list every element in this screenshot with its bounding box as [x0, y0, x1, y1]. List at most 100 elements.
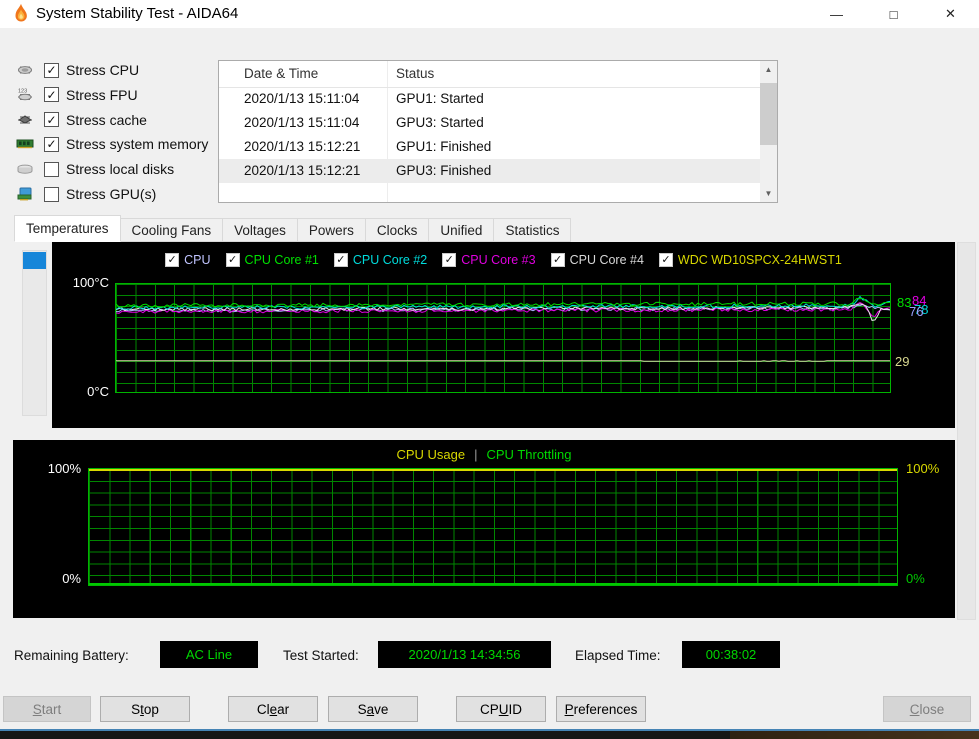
trace-cpu-core-2 — [116, 295, 890, 310]
app-flame-icon — [15, 3, 27, 22]
log-status: GPU3: Started — [396, 115, 484, 130]
checkbox[interactable]: ✓ — [658, 253, 673, 267]
checkbox[interactable]: ✓ — [333, 253, 348, 267]
log-scrollbar[interactable]: ▲ ▼ — [760, 61, 777, 202]
cache-icon — [14, 112, 36, 128]
test-started-value-box: 2020/1/13 14:34:56 — [378, 641, 551, 668]
checkbox[interactable]: ✓ — [442, 253, 457, 267]
usage-axis-max-left: 100% — [47, 461, 81, 476]
test-started-label: Test Started: — [283, 648, 359, 663]
legend-item-cpu-core-4[interactable]: ✓ CPU Core #4 — [550, 253, 644, 267]
legend-item-cpu[interactable]: ✓ CPU — [165, 253, 211, 267]
checkbox[interactable]: ✓ — [165, 253, 180, 267]
usage-title-separator: | — [474, 447, 478, 462]
temp-axis-max-label: 100°C — [72, 275, 109, 290]
stress-option-label: Stress local disks — [66, 161, 175, 178]
legend-item-wdc-wd10spcx-24hwst1[interactable]: ✓ WDC WD10SPCX-24HWST1 — [658, 253, 842, 267]
checkbox[interactable]: ✓ — [225, 253, 240, 267]
legend-label: CPU — [184, 253, 211, 267]
checkbox[interactable]: ✓ — [44, 112, 59, 128]
log-time: 2020/1/13 15:11:04 — [244, 91, 360, 106]
legend-label: CPU Core #4 — [569, 253, 644, 267]
stress-option-label: Stress system memory — [66, 136, 209, 153]
stress-option-stress-cache[interactable]: ✓ Stress cache — [14, 110, 147, 130]
log-header-status: Status — [396, 66, 435, 81]
legend-item-cpu-core-2[interactable]: ✓ CPU Core #2 — [333, 253, 427, 267]
log-time: 2020/1/13 15:12:21 — [244, 163, 361, 178]
graph-left-scrollbar-thumb[interactable] — [23, 252, 46, 269]
legend-item-cpu-core-3[interactable]: ✓ CPU Core #3 — [442, 253, 536, 267]
usage-traces — [89, 469, 897, 585]
battery-value-box: AC Line — [160, 641, 258, 668]
log-time: 2020/1/13 15:12:21 — [244, 139, 361, 154]
cpuid-button[interactable]: CP U ID — [456, 696, 546, 722]
tab-voltages[interactable]: Voltages — [223, 218, 298, 242]
log-header-row: Date & Time Status — [219, 61, 777, 88]
close-window-button[interactable]: ✕ — [928, 0, 973, 28]
gpu-icon — [14, 186, 36, 202]
checkbox[interactable]: ✓ — [44, 87, 59, 103]
log-row[interactable]: 2020/1/13 15:12:21 GPU3: Finished — [219, 159, 760, 183]
memory-icon — [14, 136, 36, 152]
start-button: Start — [3, 696, 91, 722]
stop-button[interactable]: St op — [100, 696, 190, 722]
close-button: Close — [883, 696, 971, 722]
log-header-datetime: Date & Time — [244, 66, 319, 81]
cpu-throttling-label: CPU Throttling — [486, 447, 572, 462]
svg-text:123: 123 — [18, 89, 27, 95]
temperature-graph-panel: ✓ CPU ✓ CPU Core #1 ✓ CPU Core #2 ✓ CPU Core #3… — [52, 242, 955, 428]
stress-option-label: Stress GPU(s) — [66, 186, 157, 202]
fpu-icon: 123 — [14, 87, 36, 103]
clear-button[interactable]: Cl e ar — [228, 696, 318, 722]
stress-option-stress-gpu-s-[interactable]: Stress GPU(s) — [14, 184, 156, 204]
stress-option-stress-system-memory[interactable]: ✓ Stress system memory — [14, 134, 208, 154]
log-row[interactable]: 2020/1/13 15:12:21 GPU1: Finished — [219, 135, 760, 159]
tab-statistics[interactable]: Statistics — [494, 218, 572, 242]
scroll-up-icon[interactable]: ▲ — [760, 61, 777, 78]
log-row[interactable]: 2020/1/13 15:11:04 GPU3: Started — [219, 111, 760, 135]
background-window-image — [730, 731, 979, 739]
usage-plot-area — [88, 468, 898, 586]
stress-option-label: Stress CPU — [66, 62, 140, 78]
log-status: GPU1: Finished — [396, 139, 492, 154]
tab-powers[interactable]: Powers — [297, 218, 366, 242]
maximize-button[interactable]: □ — [871, 0, 916, 28]
stress-option-stress-local-disks[interactable]: Stress local disks — [14, 159, 174, 179]
temp-current-value: 29 — [895, 354, 910, 369]
trace-cpu-core-1 — [116, 297, 890, 308]
page-right-scrollbar-track[interactable] — [957, 242, 976, 620]
minimize-button[interactable]: — — [814, 0, 859, 28]
usage-axis-max-right: 100% — [906, 461, 940, 476]
cpu-icon — [14, 62, 36, 78]
usage-axis-min-right: 0% — [906, 571, 925, 586]
legend-label: CPU Core #1 — [244, 253, 319, 267]
elapsed-time-label: Elapsed Time: — [575, 648, 661, 663]
stress-option-stress-fpu[interactable]: 123 ✓ Stress FPU — [14, 85, 138, 105]
checkbox[interactable] — [44, 161, 59, 177]
scroll-down-icon[interactable]: ▼ — [760, 185, 777, 202]
save-button[interactable]: Sa ve — [328, 696, 418, 722]
log-scrollbar-thumb[interactable] — [760, 83, 777, 145]
checkbox[interactable]: ✓ — [44, 62, 59, 78]
stress-option-stress-cpu[interactable]: ✓ Stress CPU — [14, 60, 139, 80]
legend-item-cpu-core-1[interactable]: ✓ CPU Core #1 — [225, 253, 319, 267]
disk-icon — [14, 161, 36, 177]
tab-bar: Temperatures Cooling Fans Voltages Powers Cl… — [14, 215, 572, 242]
tab-unified[interactable]: Unified — [429, 218, 495, 242]
checkbox[interactable]: ✓ — [550, 253, 565, 267]
graph-left-scrollbar-track[interactable] — [22, 250, 47, 416]
tab-clocks[interactable]: Clocks — [365, 218, 430, 242]
stress-option-label: Stress cache — [66, 111, 147, 128]
log-status: GPU3: Finished — [396, 163, 492, 178]
tab-temperatures[interactable]: Temperatures — [14, 215, 121, 242]
elapsed-time-value-box: 00:38:02 — [682, 641, 780, 668]
checkbox[interactable]: ✓ — [44, 136, 59, 152]
temperature-legend: ✓ CPU ✓ CPU Core #1 ✓ CPU Core #2 ✓ CPU Core #3… — [52, 253, 955, 267]
checkbox[interactable] — [44, 186, 59, 202]
tab-cooling-fans[interactable]: Cooling Fans — [120, 218, 224, 242]
preferences-button[interactable]: Preferences — [556, 696, 646, 722]
titlebar: System Stability Test - AIDA64 — □ ✕ — [0, 0, 979, 28]
event-log-list[interactable]: Date & Time Status 2020/1/13 15:11:04 GPU… — [218, 60, 778, 203]
log-row[interactable]: 2020/1/13 15:11:04 GPU1: Started — [219, 87, 760, 111]
temp-current-value: 76 — [909, 304, 924, 319]
